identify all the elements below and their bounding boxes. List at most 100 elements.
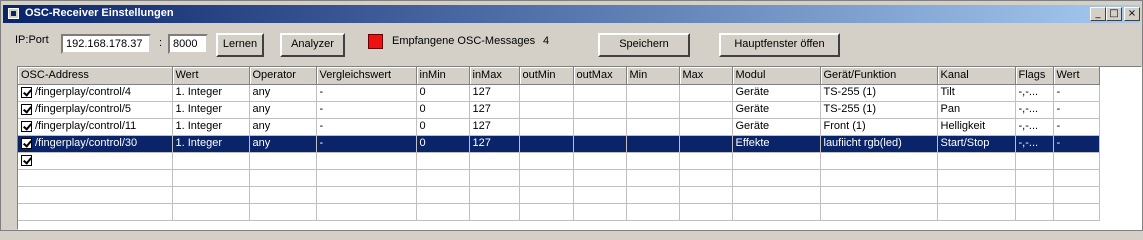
table-cell[interactable]: any [249,101,317,119]
table-cell[interactable] [1015,169,1054,187]
table-cell[interactable] [416,152,470,170]
table-cell[interactable] [469,186,520,204]
table-cell[interactable]: laufiicht rgb(led) [820,135,938,153]
column-header[interactable]: inMax [469,67,520,85]
table-cell[interactable] [519,101,574,119]
table-cell[interactable] [18,169,173,187]
row-enabled-checkbox[interactable] [21,104,32,116]
table-cell[interactable] [573,169,627,187]
table-cell[interactable] [519,186,574,204]
table-cell[interactable]: 127 [469,135,520,153]
table-cell[interactable] [172,203,250,221]
table-cell[interactable] [1053,203,1100,221]
column-header[interactable]: Wert [1053,67,1100,85]
table-cell[interactable] [519,152,574,170]
table-cell[interactable] [1053,169,1100,187]
table-cell[interactable]: -,-... [1015,118,1054,136]
table-cell[interactable] [573,135,627,153]
row-enabled-checkbox[interactable] [21,138,32,150]
column-header[interactable]: Gerät/Funktion [820,67,938,85]
table-cell[interactable]: 1. Integer [172,101,250,119]
table-cell[interactable] [172,169,250,187]
table-cell[interactable] [573,84,627,102]
table-cell[interactable]: -,-... [1015,101,1054,119]
table-cell[interactable] [820,203,938,221]
table-cell[interactable] [519,169,574,187]
table-cell[interactable] [18,186,173,204]
table-cell[interactable] [469,169,520,187]
column-header[interactable]: Kanal [937,67,1016,85]
column-header[interactable]: inMin [416,67,470,85]
table-cell[interactable]: Effekte [732,135,821,153]
table-cell[interactable] [732,203,821,221]
table-cell[interactable]: Geräte [732,84,821,102]
table-cell[interactable] [416,203,470,221]
save-button[interactable]: Speichern [598,33,690,57]
table-cell[interactable] [316,186,417,204]
table-cell[interactable]: Start/Stop [937,135,1016,153]
table-cell[interactable] [937,203,1016,221]
table-cell[interactable]: 1. Integer [172,118,250,136]
table-cell[interactable]: 1. Integer [172,135,250,153]
table-cell[interactable] [172,186,250,204]
table-cell[interactable] [820,186,938,204]
column-header[interactable]: Max [679,67,733,85]
learn-button[interactable]: Lernen [216,33,264,57]
table-cell[interactable]: 1. Integer [172,84,250,102]
table-cell[interactable]: any [249,118,317,136]
row-enabled-checkbox[interactable] [21,87,32,99]
table-cell[interactable]: TS-255 (1) [820,84,938,102]
table-cell[interactable] [573,203,627,221]
table-cell[interactable] [316,203,417,221]
table-cell[interactable]: - [1053,118,1100,136]
table-cell[interactable] [316,152,417,170]
column-header[interactable]: outMax [573,67,627,85]
table-cell[interactable] [249,203,317,221]
table-cell[interactable]: TS-255 (1) [820,101,938,119]
table-cell[interactable] [679,135,733,153]
table-cell[interactable] [626,101,680,119]
ip-address-input[interactable]: 192.168.178.37 [61,34,151,54]
analyzer-button[interactable]: Analyzer [280,33,345,57]
column-header[interactable]: Wert [172,67,250,85]
table-cell[interactable] [626,203,680,221]
table-row[interactable]: /fingerplay/control/11 1. Integer any -0 127… [18,118,1100,136]
table-cell[interactable]: - [316,118,417,136]
table-cell[interactable]: 0 [416,118,470,136]
table-cell[interactable]: - [316,84,417,102]
table-cell[interactable] [679,118,733,136]
column-header[interactable]: Modul [732,67,821,85]
table-cell[interactable] [172,152,250,170]
table-cell[interactable]: 127 [469,84,520,102]
column-header[interactable]: Min [626,67,680,85]
table-cell[interactable]: - [1053,101,1100,119]
table-cell[interactable] [626,118,680,136]
table-row[interactable] [18,152,1100,170]
table-cell[interactable] [249,152,317,170]
table-cell[interactable] [679,84,733,102]
table-cell[interactable] [937,169,1016,187]
table-cell[interactable] [316,169,417,187]
osc-mapping-grid[interactable]: OSC-Address Wert Operator Vergleichswert inM… [17,66,1142,230]
column-header[interactable]: OSC-Address [18,67,173,85]
table-cell[interactable]: Pan [937,101,1016,119]
table-cell[interactable]: - [316,135,417,153]
table-cell[interactable] [519,203,574,221]
table-cell[interactable]: 0 [416,101,470,119]
table-cell[interactable]: 0 [416,84,470,102]
row-enabled-checkbox[interactable] [21,155,32,167]
table-cell[interactable] [679,203,733,221]
table-cell[interactable] [679,169,733,187]
column-header[interactable]: outMin [519,67,574,85]
table-cell[interactable] [18,203,173,221]
table-cell[interactable] [249,186,317,204]
table-cell[interactable] [1053,152,1100,170]
table-cell[interactable]: /fingerplay/control/5 [18,101,173,119]
table-cell[interactable]: 0 [416,135,470,153]
table-cell[interactable]: Geräte [732,101,821,119]
minimize-button[interactable]: _ [1090,7,1106,21]
table-cell[interactable] [820,152,938,170]
table-cell[interactable]: /fingerplay/control/30 [18,135,173,153]
table-cell[interactable] [469,152,520,170]
table-cell[interactable] [937,186,1016,204]
